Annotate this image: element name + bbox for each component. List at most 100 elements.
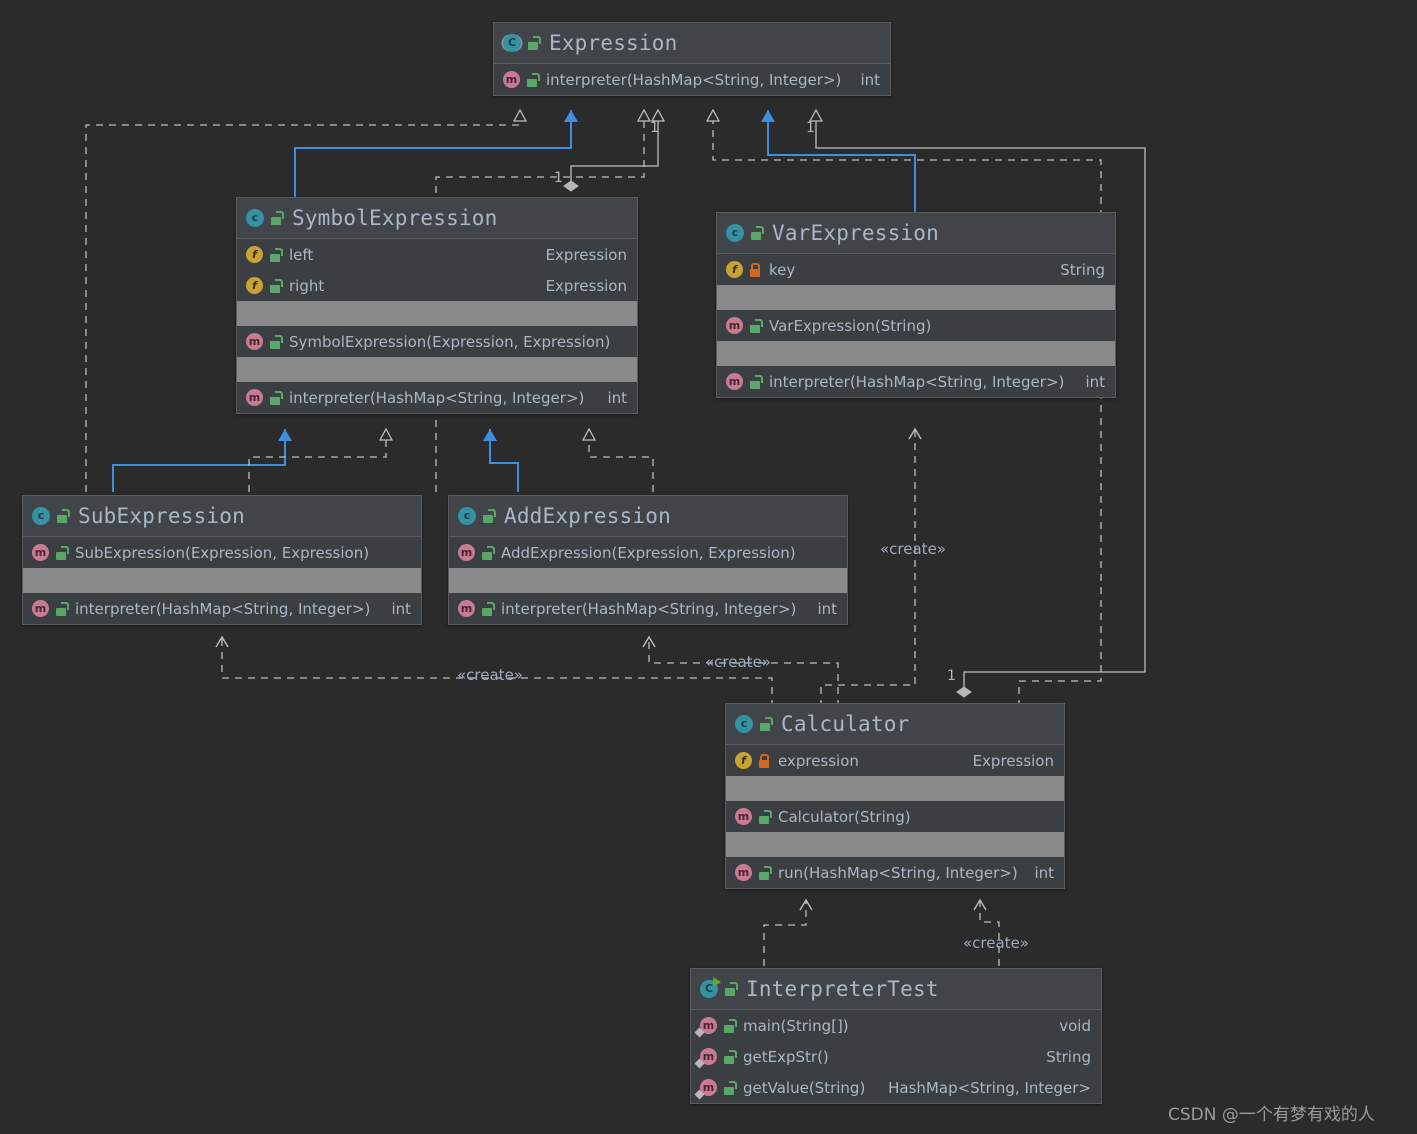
member-signature: VarExpression(String) (769, 316, 932, 335)
member-row[interactable]: m interpreter(HashMap<String, Integer>) … (23, 593, 421, 624)
member-return-type: int (391, 599, 411, 618)
class-node-subexpression[interactable]: c SubExpression m SubExpression(Expressi… (22, 495, 422, 625)
method-icon: m (246, 333, 263, 350)
class-icon: c (246, 209, 264, 227)
lock-open-icon (723, 1049, 737, 1064)
member-return-type: int (1034, 863, 1054, 882)
class-header-expression: C Expression (494, 23, 890, 64)
member-return-type: int (860, 70, 880, 89)
member-row[interactable]: m interpreter(HashMap<String, Integer>) … (237, 382, 637, 413)
lock-open-icon (749, 318, 763, 333)
member-return-type: Expression (545, 245, 627, 264)
method-icon: m (246, 389, 263, 406)
edge-subexpression-extends-symbolexpression (112, 429, 292, 492)
lock-open-icon (269, 390, 283, 405)
section-separator (726, 776, 1064, 801)
edge-subexpression-dep-symbolexpression (248, 429, 386, 492)
member-signature: SubExpression(Expression, Expression) (75, 543, 370, 562)
member-return-type: HashMap<String, Integer> (888, 1078, 1091, 1097)
member-signature: right (289, 276, 325, 295)
edge-calculator-creates-addexpression (642, 635, 839, 707)
member-signature: interpreter(HashMap<String, Integer>) (546, 70, 842, 89)
edge-symbolexpression-implements-expression (294, 110, 578, 197)
lock-open-icon (56, 509, 70, 523)
member-return-type: Expression (972, 751, 1054, 770)
member-return-type: String (1060, 260, 1105, 279)
edge-symbolexpression-aggregates-expression (571, 110, 658, 186)
member-row[interactable]: m getExpStr() String (691, 1041, 1101, 1072)
member-row[interactable]: m main(String[]) void (691, 1010, 1101, 1041)
member-row[interactable]: m AddExpression(Expression, Expression) (449, 537, 847, 568)
class-name-label: SymbolExpression (292, 206, 498, 230)
field-icon: f (246, 277, 263, 294)
class-name-label: SubExpression (78, 504, 245, 528)
class-node-symbolexpression[interactable]: c SymbolExpression f left Expression f r… (236, 197, 638, 414)
member-signature: SymbolExpression(Expression, Expression) (289, 332, 611, 351)
class-name-label: VarExpression (772, 221, 939, 245)
lock-open-icon (749, 374, 763, 389)
member-signature: getValue(String) (743, 1078, 866, 1097)
lock-open-icon (481, 545, 495, 560)
class-icon: c (458, 507, 476, 525)
section-separator (23, 568, 421, 593)
member-row[interactable]: m run(HashMap<String, Integer>) int (726, 857, 1064, 888)
member-row[interactable]: m SymbolExpression(Expression, Expressio… (237, 326, 637, 357)
class-icon: c (32, 507, 50, 525)
edge-interpretertest-dep-calculator (763, 898, 813, 966)
member-signature: run(HashMap<String, Integer>) (778, 863, 1018, 882)
section-separator (717, 285, 1115, 310)
static-method-icon: m (700, 1048, 717, 1065)
lock-open-icon (526, 72, 540, 87)
member-row[interactable]: f expression Expression (726, 745, 1064, 776)
lock-open-icon (55, 601, 69, 616)
member-signature: main(String[]) (743, 1016, 849, 1035)
class-node-expression[interactable]: C Expression m interpreter(HashMap<Strin… (493, 22, 891, 96)
member-row[interactable]: m SubExpression(Expression, Expression) (23, 537, 421, 568)
method-icon: m (503, 71, 520, 88)
edge-label-create-calculator: «create» (963, 934, 1029, 952)
member-signature: key (769, 260, 796, 279)
member-row[interactable]: m VarExpression(String) (717, 310, 1115, 341)
member-row[interactable]: f key String (717, 254, 1115, 285)
class-header-interpretertest: C InterpreterTest (691, 969, 1101, 1010)
interface-icon: C (503, 34, 521, 52)
class-name-label: AddExpression (504, 504, 671, 528)
member-return-type: void (1059, 1016, 1091, 1035)
class-icon: c (726, 224, 744, 242)
member-row[interactable]: m interpreter(HashMap<String, Integer>) … (449, 593, 847, 624)
class-node-interpretertest[interactable]: C InterpreterTest m main(String[]) void … (690, 968, 1102, 1104)
lock-closed-icon (758, 753, 770, 768)
field-icon: f (246, 246, 263, 263)
member-row[interactable]: m interpreter(HashMap<String, Integer>) … (494, 64, 890, 95)
class-node-varexpression[interactable]: c VarExpression f key String m VarExpres… (716, 212, 1116, 398)
lock-open-icon (750, 226, 764, 240)
edge-label-create-addexpression: «create» (705, 653, 771, 671)
class-node-calculator[interactable]: c Calculator f expression Expression m C… (725, 703, 1065, 889)
member-row[interactable]: f left Expression (237, 239, 637, 270)
field-icon: f (735, 752, 752, 769)
method-icon: m (32, 544, 49, 561)
member-return-type: int (1085, 372, 1105, 391)
class-name-label: Expression (549, 31, 678, 55)
member-signature: interpreter(HashMap<String, Integer>) (769, 372, 1065, 391)
edge-calculator-aggregates-expression (816, 110, 1146, 692)
edge-addexpression-dep-symbolexpression (589, 429, 654, 492)
static-method-icon: m (700, 1079, 717, 1096)
member-signature: AddExpression(Expression, Expression) (501, 543, 796, 562)
section-separator (237, 357, 637, 382)
member-row[interactable]: m Calculator(String) (726, 801, 1064, 832)
edge-interpretertest-creates-calculator (973, 898, 1000, 966)
lock-open-icon (758, 809, 772, 824)
member-signature: interpreter(HashMap<String, Integer>) (501, 599, 797, 618)
lock-open-icon (55, 545, 69, 560)
member-signature: expression (778, 751, 859, 770)
class-node-addexpression[interactable]: c AddExpression m AddExpression(Expressi… (448, 495, 848, 625)
lock-open-icon (723, 1080, 737, 1095)
member-row[interactable]: f right Expression (237, 270, 637, 301)
lock-open-icon (759, 717, 773, 731)
lock-open-icon (269, 334, 283, 349)
multiplicity-symbolexpression-diamond: 1 (554, 170, 563, 186)
edge-label-create-subexpression: «create» (457, 666, 523, 684)
member-row[interactable]: m getValue(String) HashMap<String, Integ… (691, 1072, 1101, 1103)
member-row[interactable]: m interpreter(HashMap<String, Integer>) … (717, 366, 1115, 397)
